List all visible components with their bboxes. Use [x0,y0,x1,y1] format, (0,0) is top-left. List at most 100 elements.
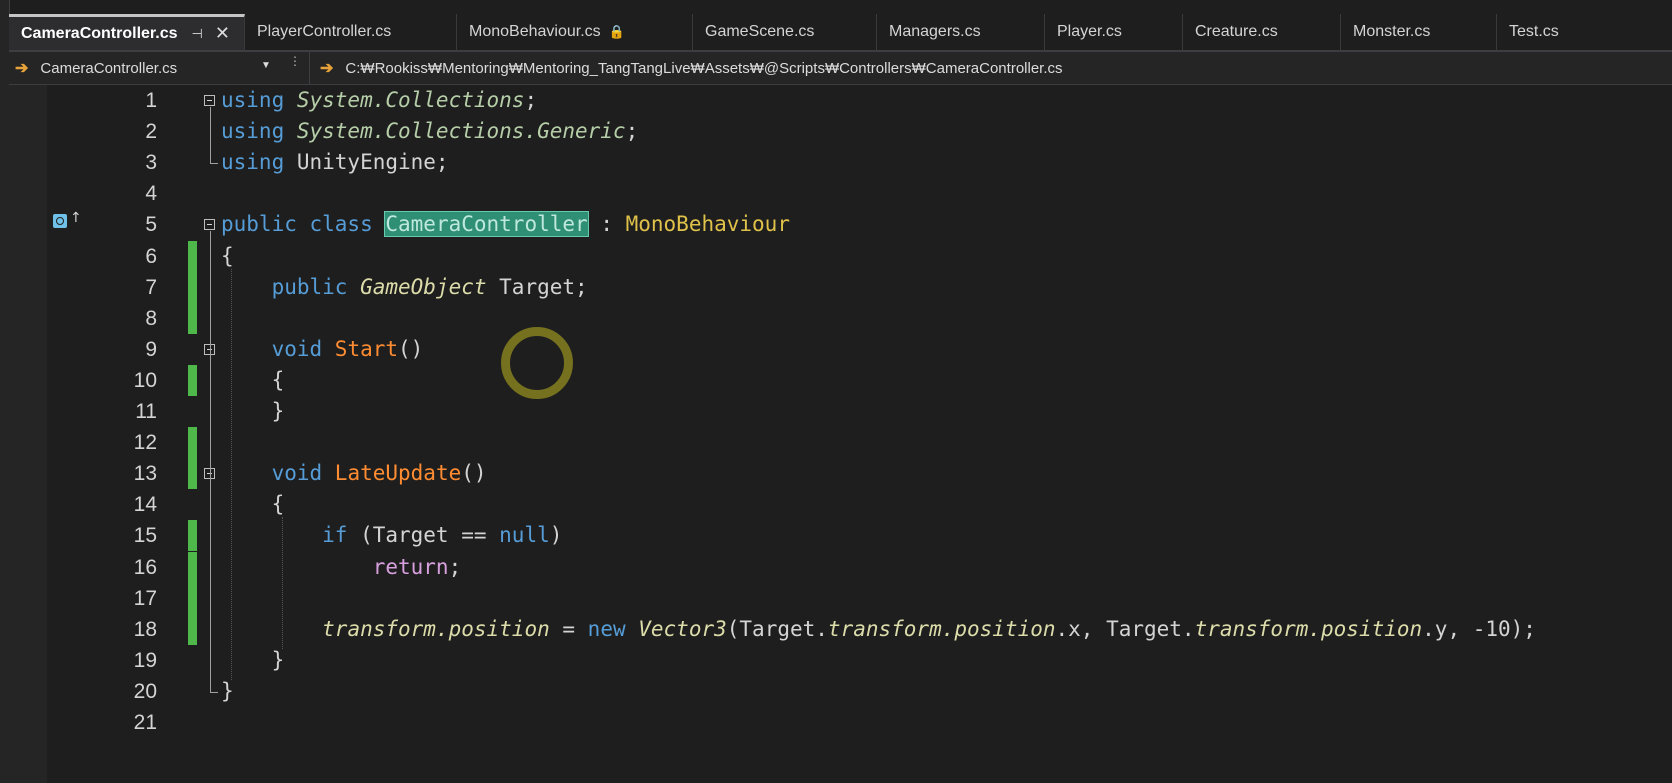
code-line[interactable]: 9 void Start() [9,334,1672,365]
code-line[interactable]: 21 [9,707,1672,738]
code-token: () [461,461,487,486]
line-number: 20 [133,679,157,703]
code-token: System.Collections.Generic [296,119,626,144]
code-text: return; [221,552,462,583]
tab-cameracontroller[interactable]: CameraController.cs ⊣ ✕ [9,14,245,50]
code-line[interactable]: 10 { [9,364,1672,396]
tab-monobehaviour[interactable]: MonoBehaviour.cs 🔒 [457,14,693,50]
file-dropdown[interactable]: ➔ CameraController.cs ▼ ⋮ [15,52,303,84]
code-line[interactable]: 13 void LateUpdate() [9,458,1672,490]
code-token: GameObject [360,274,487,299]
code-token: transform.position [1194,616,1423,641]
code-line[interactable]: 14 { [9,489,1672,520]
code-text: } [221,676,234,707]
tab-label: GameScene.cs [705,23,815,40]
line-number: 6 [145,244,157,268]
collapse-icon[interactable] [204,95,215,106]
tab-label: PlayerController.cs [257,23,392,40]
fold-outline [210,231,211,692]
document-tab-bar: CameraController.cs ⊣ ✕ PlayerController… [9,14,1672,52]
code-line[interactable]: 7 public GameObject Target; [9,271,1672,303]
code-token: CameraController [384,211,589,238]
code-token: System.Collections [296,88,525,112]
code-token: () [398,336,424,361]
change-indicator [188,271,197,303]
chevron-down-icon[interactable]: ▼ [261,60,271,71]
code-text: transform.position = new Vector3(Target.… [221,614,1536,645]
change-indicator [188,302,197,334]
file-dropdown-label: CameraController.cs [40,59,178,77]
code-line[interactable]: 2 using System.Collections.Generic; [9,116,1672,147]
code-line[interactable]: 12 [9,427,1672,459]
arrow-right-icon: ➔ [320,60,334,77]
code-token: = [549,616,588,641]
tab-creature[interactable]: Creature.cs [1183,14,1341,50]
code-token: { [221,243,234,268]
code-token: UnityEngine; [296,150,449,175]
indent-guide [231,268,232,680]
tab-playercontroller[interactable]: PlayerController.cs [245,14,457,50]
change-indicator [188,427,197,459]
code-line[interactable]: 5 public class CameraController : MonoBeh… [9,209,1672,240]
pin-icon[interactable]: ⊣ [192,26,203,42]
line-number: 10 [133,368,157,392]
path-breadcrumb[interactable]: ➔ C:₩Rookiss₩Mentoring₩Mentoring_TangTan… [309,52,1672,84]
code-token: ; [524,88,538,112]
references-icon[interactable] [53,214,67,228]
tab-label: Monster.cs [1353,23,1431,40]
tab-test[interactable]: Test.cs [1497,14,1672,50]
collapse-icon[interactable] [204,219,215,231]
code-token: new [587,616,639,641]
code-text: public class CameraController : MonoBeha… [221,209,790,240]
code-line[interactable]: 16 return; [9,551,1672,583]
change-indicator [188,364,197,396]
line-number: 16 [133,555,157,579]
code-line[interactable]: 19 } [9,645,1672,676]
tab-player[interactable]: Player.cs [1045,14,1183,50]
code-text: if (Target == null) [221,520,562,551]
code-token: ; [625,119,639,144]
code-token: void [221,461,335,486]
navigation-bar: ➔ CameraController.cs ▼ ⋮ ➔ C:₩Rookiss₩M… [9,52,1672,85]
code-line[interactable]: 6{ [9,240,1672,272]
line-number: 5 [145,213,157,237]
code-line[interactable]: 1 using System.Collections; [9,85,1672,116]
code-token: if [221,523,361,548]
line-number: 9 [145,337,157,361]
code-editor[interactable]: 1 using System.Collections; 2 using System.… [9,85,1672,783]
close-icon[interactable]: ✕ [215,23,230,44]
fold-outline [210,107,211,164]
code-line[interactable]: 18 transform.position = new Vector3(Targ… [9,613,1672,645]
split-handle-icon[interactable]: ⋮ [289,55,301,67]
tab-label: Managers.cs [889,23,981,40]
code-line[interactable]: 8 [9,302,1672,334]
code-text: using System.Collections; [221,85,537,116]
code-line[interactable]: 4 [9,178,1672,209]
code-token: .x, Target. [1055,616,1195,641]
line-number: 4 [145,182,157,206]
code-line[interactable]: 11 } [9,396,1672,427]
tab-gamescene[interactable]: GameScene.cs [693,14,877,50]
code-token: transform.position [827,616,1056,641]
fold-outline-end [210,691,218,693]
line-number: 8 [145,306,157,330]
code-line[interactable]: 17 [9,582,1672,614]
line-number: 1 [145,89,157,112]
code-line[interactable]: 20} [9,676,1672,707]
tab-monster[interactable]: Monster.cs [1341,14,1497,50]
line-number: 13 [133,462,157,486]
code-line[interactable]: 3 using UnityEngine; [9,147,1672,178]
change-indicator [188,582,197,614]
line-number: 12 [133,431,157,455]
code-text: void Start() [221,334,424,365]
code-token: Start [334,336,399,361]
code-token: void [221,336,335,361]
tab-managers[interactable]: Managers.cs [877,14,1045,50]
code-token: Vector3 [638,616,727,641]
tab-label: Test.cs [1509,23,1559,40]
code-token: } [221,678,234,703]
up-arrow-icon: ↑ [70,210,82,226]
code-token: using [221,150,297,175]
code-line[interactable]: 15 if (Target == null) [9,520,1672,552]
code-token: public [221,274,361,299]
